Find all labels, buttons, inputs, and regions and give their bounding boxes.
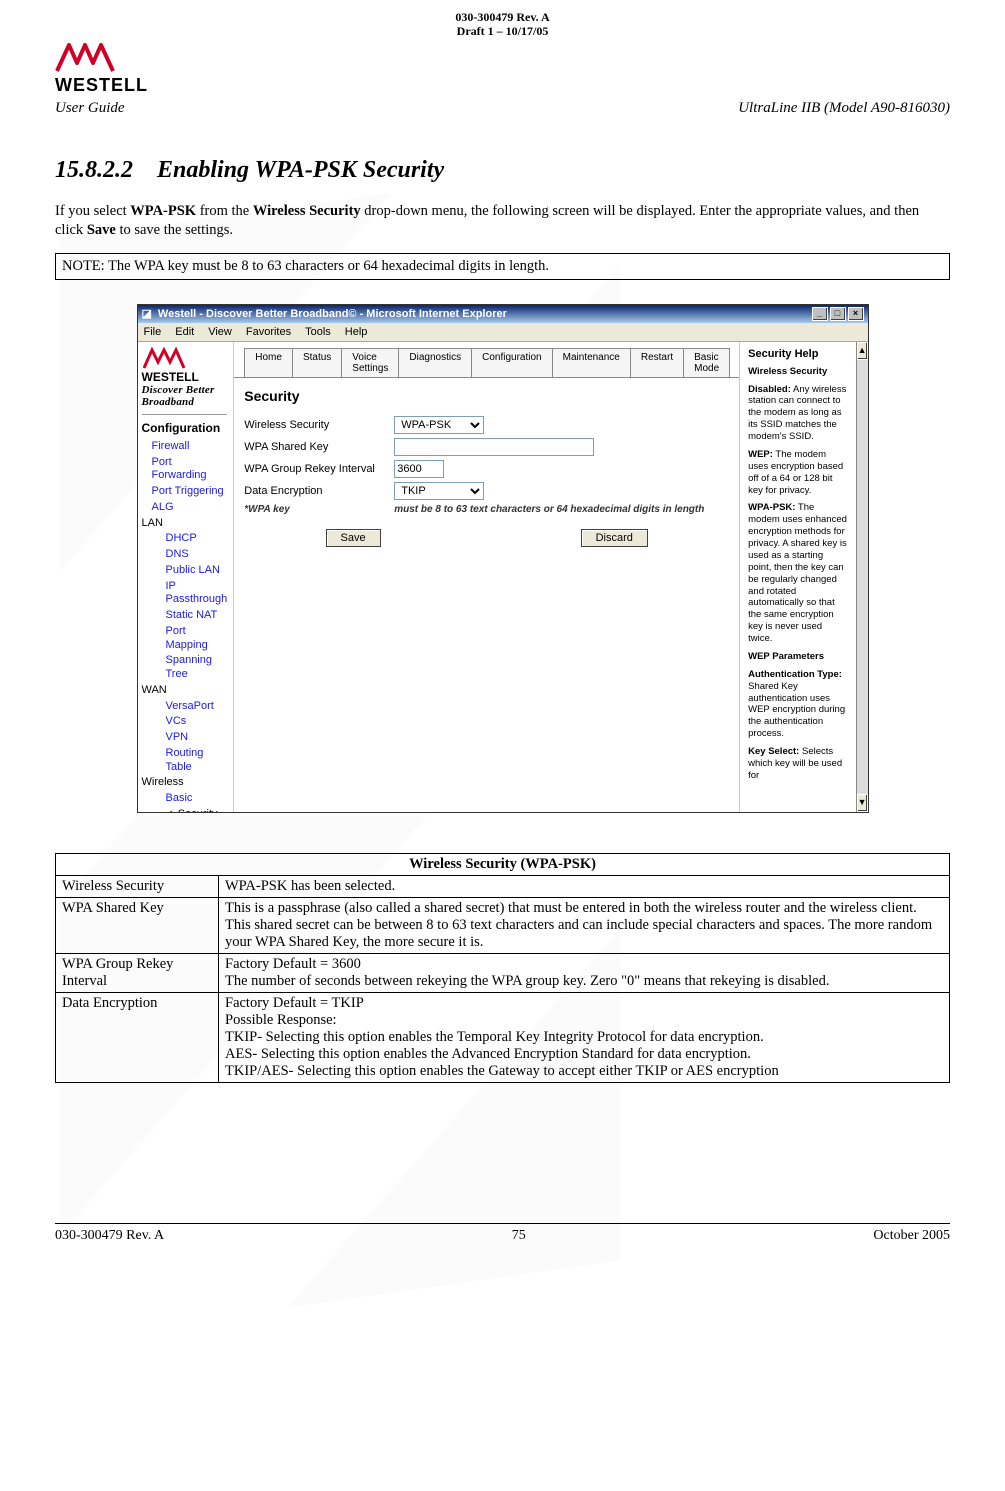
- top-tabs: Home Status Voice Settings Diagnostics C…: [234, 348, 739, 378]
- table-param-0: Wireless Security: [56, 875, 219, 897]
- menu-tools[interactable]: Tools: [305, 326, 331, 338]
- westell-logo: [55, 43, 115, 73]
- logo-text: WESTELL: [55, 75, 148, 96]
- select-wireless-security[interactable]: WPA-PSK: [394, 416, 484, 434]
- label-data-encryption: Data Encryption: [244, 485, 384, 497]
- footer-left: 030-300479 Rev. A: [55, 1228, 164, 1244]
- close-button[interactable]: ×: [848, 307, 864, 321]
- hint-label: *WPA key: [244, 504, 384, 515]
- nav-wan[interactable]: WAN: [142, 683, 228, 699]
- tab-basic-mode[interactable]: Basic Mode: [683, 348, 730, 377]
- sidebar: WESTELL Discover Better Broadband Config…: [138, 342, 235, 812]
- intro-paragraph: If you select WPA-PSK from the Wireless …: [55, 202, 950, 241]
- nav-dns[interactable]: DNS: [142, 547, 228, 563]
- sidebar-tagline: Discover Better Broadband: [142, 384, 228, 408]
- table-param-1: WPA Shared Key: [56, 897, 219, 953]
- footer-page: 75: [512, 1228, 526, 1244]
- input-wpa-shared-key[interactable]: [394, 438, 594, 456]
- nav-port-mapping[interactable]: Port Mapping: [142, 624, 228, 654]
- menu-view[interactable]: View: [208, 326, 232, 338]
- tab-status[interactable]: Status: [292, 348, 342, 377]
- table-desc-3: Factory Default = TKIP Possible Response…: [219, 992, 950, 1082]
- menu-help[interactable]: Help: [345, 326, 368, 338]
- tab-home[interactable]: Home: [244, 348, 293, 377]
- doc-rev: 030-300479 Rev. A: [55, 10, 950, 24]
- label-wireless-security: Wireless Security: [244, 419, 384, 431]
- ie-title-text: Westell - Discover Better Broadband© - M…: [158, 308, 507, 320]
- cfg-heading: Configuration: [142, 421, 228, 435]
- ie-window: ◪ Westell - Discover Better Broadband© -…: [137, 304, 869, 813]
- sidebar-logo-text: WESTELL: [142, 370, 199, 384]
- description-table: Wireless Security (WPA-PSK) Wireless Sec…: [55, 853, 950, 1083]
- table-desc-2: Factory Default = 3600 The number of sec…: [219, 953, 950, 992]
- maximize-button[interactable]: □: [830, 307, 846, 321]
- nav-public-lan[interactable]: Public LAN: [142, 563, 228, 579]
- footer-right: October 2005: [873, 1228, 950, 1244]
- table-desc-0: WPA-PSK has been selected.: [219, 875, 950, 897]
- ie-menu-bar: File Edit View Favorites Tools Help: [138, 323, 868, 342]
- label-rekey-interval: WPA Group Rekey Interval: [244, 463, 384, 475]
- nav-lan[interactable]: LAN: [142, 516, 228, 532]
- ie-title-bar: ◪ Westell - Discover Better Broadband© -…: [138, 305, 868, 323]
- nav-vcs[interactable]: VCs: [142, 714, 228, 730]
- nav-port-forwarding[interactable]: Port Forwarding: [142, 455, 228, 485]
- hint-text: must be 8 to 63 text characters or 64 he…: [394, 504, 704, 515]
- nav-security[interactable]: Security: [142, 807, 228, 812]
- minimize-button[interactable]: _: [812, 307, 828, 321]
- nav-vpn[interactable]: VPN: [142, 730, 228, 746]
- menu-edit[interactable]: Edit: [175, 326, 194, 338]
- nav-ip-passthrough[interactable]: IP Passthrough: [142, 579, 228, 609]
- table-param-3: Data Encryption: [56, 992, 219, 1082]
- nav-basic[interactable]: Basic: [142, 791, 228, 807]
- nav-firewall[interactable]: Firewall: [142, 439, 228, 455]
- nav-versaport[interactable]: VersaPort: [142, 699, 228, 715]
- table-param-2: WPA Group Rekey Interval: [56, 953, 219, 992]
- tab-maintenance[interactable]: Maintenance: [552, 348, 631, 377]
- nav-alg[interactable]: ALG: [142, 500, 228, 516]
- model-label: UltraLine IIB (Model A90-816030): [738, 100, 950, 117]
- scrollbar[interactable]: ▲ ▼: [856, 342, 868, 812]
- help-title: Security Help: [748, 348, 847, 362]
- help-subtitle: Wireless Security: [748, 366, 827, 377]
- section-number: 15.8.2.2: [55, 157, 133, 183]
- menu-favorites[interactable]: Favorites: [246, 326, 291, 338]
- table-desc-1: This is a passphrase (also called a shar…: [219, 897, 950, 953]
- section-heading: 15.8.2.2 Enabling WPA-PSK Security: [55, 157, 950, 184]
- nav-static-nat[interactable]: Static NAT: [142, 608, 228, 624]
- tab-diagnostics[interactable]: Diagnostics: [398, 348, 472, 377]
- table-title: Wireless Security (WPA-PSK): [56, 853, 950, 875]
- note-box: NOTE: The WPA key must be 8 to 63 charac…: [55, 253, 950, 280]
- nav-dhcp[interactable]: DHCP: [142, 531, 228, 547]
- input-rekey-interval[interactable]: [394, 460, 444, 478]
- label-wpa-shared-key: WPA Shared Key: [244, 441, 384, 453]
- tab-configuration[interactable]: Configuration: [471, 348, 552, 377]
- nav-routing-table[interactable]: Routing Table: [142, 746, 228, 776]
- help-wep-params: WEP Parameters: [748, 651, 824, 662]
- section-title: Enabling WPA-PSK Security: [157, 157, 444, 183]
- pane-heading: Security: [244, 388, 729, 404]
- nav-port-triggering[interactable]: Port Triggering: [142, 484, 228, 500]
- discard-button[interactable]: Discard: [581, 529, 648, 547]
- help-pane: Security Help Wireless Security Disabled…: [739, 342, 855, 812]
- tab-restart[interactable]: Restart: [630, 348, 684, 377]
- save-button[interactable]: Save: [326, 529, 381, 547]
- scroll-down-icon[interactable]: ▼: [857, 794, 868, 812]
- page-footer: 030-300479 Rev. A 75 October 2005: [55, 1223, 950, 1244]
- ie-app-icon: ◪: [142, 307, 152, 320]
- nav-spanning-tree[interactable]: Spanning Tree: [142, 653, 228, 683]
- sidebar-logo-icon: [142, 346, 192, 370]
- menu-file[interactable]: File: [144, 326, 162, 338]
- user-guide-label: User Guide: [55, 100, 125, 117]
- doc-draft: Draft 1 – 10/17/05: [55, 24, 950, 38]
- nav-wireless[interactable]: Wireless: [142, 775, 228, 791]
- select-data-encryption[interactable]: TKIP: [394, 482, 484, 500]
- scroll-up-icon[interactable]: ▲: [857, 342, 868, 360]
- tab-voice-settings[interactable]: Voice Settings: [341, 348, 399, 377]
